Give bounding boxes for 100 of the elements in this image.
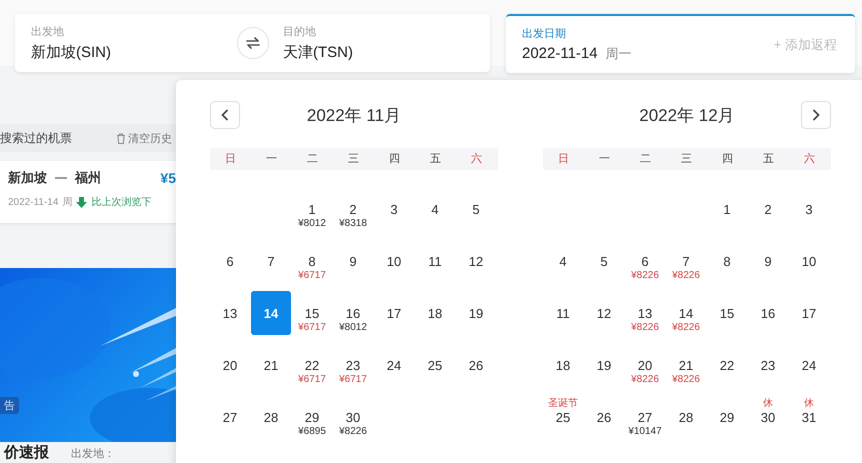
calendar-day[interactable]: 13 ¥8226 xyxy=(625,291,665,335)
price-label: ¥8226 xyxy=(672,374,700,386)
calendar-day[interactable]: 11 xyxy=(415,239,455,283)
price-label: ¥6717 xyxy=(298,374,326,386)
calendar-day[interactable]: 22 ¥6717 xyxy=(292,343,332,387)
next-month-button[interactable] xyxy=(800,101,831,129)
history-card[interactable]: 新加坡 福州 ¥5 2022-11-14 周 比上次浏览下 xyxy=(0,161,176,223)
weekday-text: 周 xyxy=(62,196,72,209)
calendar-day[interactable]: 24 xyxy=(374,343,414,387)
calendar-day[interactable]: 12 xyxy=(584,291,624,335)
calendar-day[interactable]: 12 xyxy=(456,239,496,283)
price-label: ¥8226 xyxy=(672,322,700,334)
calendar-day[interactable]: 休 31 xyxy=(789,395,829,439)
calendar-day[interactable]: 28 xyxy=(251,395,291,439)
calendar-day[interactable]: 休 30 xyxy=(748,395,788,439)
calendar-day[interactable]: 6 ¥8226 xyxy=(625,239,665,283)
date-text: 2022-11-14 xyxy=(8,196,58,208)
route-line-icon xyxy=(55,176,67,180)
calendar-day[interactable]: 27 xyxy=(210,395,250,439)
chevron-left-icon xyxy=(221,109,229,121)
calendar-day[interactable]: 19 xyxy=(584,343,624,387)
calendar-day[interactable]: 27 ¥10147 xyxy=(625,395,665,439)
swap-button[interactable] xyxy=(237,27,269,59)
calendar-day[interactable]: 7 xyxy=(251,239,291,283)
calendar-day[interactable]: 26 xyxy=(456,343,496,387)
calendar-day[interactable]: 28 xyxy=(666,395,706,439)
price-label: ¥8226 xyxy=(631,374,659,386)
weekday-text: 周一 xyxy=(606,45,632,63)
calendar-day[interactable]: 20 ¥8226 xyxy=(625,343,665,387)
calendar-day[interactable]: 3 xyxy=(789,187,829,231)
calendar-day[interactable]: 9 xyxy=(333,239,373,283)
calendar-day[interactable]: 24 xyxy=(789,343,829,387)
calendar-day[interactable]: 2 ¥8318 xyxy=(333,187,373,231)
calendar-day[interactable]: 14 xyxy=(251,291,291,335)
calendar-day[interactable]: 17 xyxy=(374,291,414,335)
calendar-day[interactable]: 29 xyxy=(707,395,747,439)
chevron-right-icon xyxy=(812,109,820,121)
calendar-day[interactable]: 17 xyxy=(789,291,829,335)
calendar-day[interactable]: 14 ¥8226 xyxy=(666,291,706,335)
weekday-label: 六 xyxy=(470,152,483,167)
calendar-day[interactable]: 13 xyxy=(210,291,250,335)
calendar-day[interactable]: 19 xyxy=(456,291,496,335)
calendar-day[interactable]: 23 ¥6717 xyxy=(333,343,373,387)
calendar-day[interactable]: 8 ¥6717 xyxy=(292,239,332,283)
calendar-day[interactable]: 2 xyxy=(748,187,788,231)
weekday-label: 日 xyxy=(557,152,570,167)
calendar-day[interactable]: 29 ¥6895 xyxy=(292,395,332,439)
price-label: ¥6717 xyxy=(298,322,326,334)
clear-history-button[interactable]: 清空历史 xyxy=(116,130,172,146)
month-title: 2022年 12月 xyxy=(639,104,735,126)
price-label: ¥8226 xyxy=(339,426,367,438)
previous-month-button[interactable] xyxy=(210,101,240,129)
weekday-label: 三 xyxy=(680,152,693,167)
calendar-day[interactable]: 10 xyxy=(374,239,414,283)
history-title: 搜索过的机票 xyxy=(0,130,72,146)
calendar-day[interactable]: 10 xyxy=(789,239,829,283)
field-label: 出发日期 xyxy=(522,27,567,41)
calendar-day[interactable]: 1 xyxy=(707,187,747,231)
calendar-day[interactable]: 18 xyxy=(415,291,455,335)
calendar-day[interactable]: 8 xyxy=(707,239,747,283)
calendar-day[interactable]: 30 ¥8226 xyxy=(333,395,373,439)
calendar-day[interactable]: 15 xyxy=(707,291,747,335)
departure-field[interactable]: 新加坡(SIN) xyxy=(31,43,237,62)
price-label: ¥6717 xyxy=(339,374,367,386)
calendar-day[interactable]: 22 xyxy=(707,343,747,387)
calendar-day[interactable]: 9 xyxy=(748,239,788,283)
calendar-day[interactable]: 11 xyxy=(543,291,583,335)
date-card[interactable]: 出发日期 2022-11-14 周一 + 添加返程 xyxy=(506,14,855,73)
trash-icon xyxy=(116,132,126,144)
calendar-day[interactable]: 16 ¥8012 xyxy=(333,291,373,335)
weekday-label: 三 xyxy=(347,152,360,167)
holiday-label: 休 xyxy=(763,398,773,410)
price-label: ¥8012 xyxy=(339,322,367,334)
calendar-day[interactable]: 21 xyxy=(251,343,291,387)
price-label: ¥6895 xyxy=(298,426,326,438)
destination-field[interactable]: 天津(TSN) xyxy=(283,43,353,62)
calendar-day[interactable]: 26 xyxy=(584,395,624,439)
calendar-day[interactable]: 15 ¥6717 xyxy=(292,291,332,335)
price-trend-text: 比上次浏览下 xyxy=(91,196,152,209)
calendar-day[interactable]: 20 xyxy=(210,343,250,387)
calendar-day[interactable]: 5 xyxy=(584,239,624,283)
calendar-day[interactable]: 25 xyxy=(415,343,455,387)
holiday-label: 圣诞节 xyxy=(548,398,578,410)
calendar-day[interactable]: 圣诞节 25 xyxy=(543,395,583,439)
month-title: 2022年 11月 xyxy=(306,104,402,126)
calendar-day[interactable]: 18 xyxy=(543,343,583,387)
date-value: 2022-11-14 xyxy=(522,45,598,62)
calendar-day[interactable]: 23 xyxy=(748,343,788,387)
calendar-day[interactable]: 7 ¥8226 xyxy=(666,239,706,283)
weekday-label: 六 xyxy=(803,152,816,167)
calendar-day[interactable]: 5 xyxy=(456,187,496,231)
weekday-label: 一 xyxy=(265,152,278,167)
calendar-day[interactable]: 6 xyxy=(210,239,250,283)
calendar-day[interactable]: 4 xyxy=(415,187,455,231)
field-label: 出发地 xyxy=(31,25,65,39)
calendar-day[interactable]: 3 xyxy=(374,187,414,231)
calendar-day[interactable]: 4 xyxy=(543,239,583,283)
calendar-day[interactable]: 21 ¥8226 xyxy=(666,343,706,387)
calendar-day[interactable]: 16 xyxy=(748,291,788,335)
calendar-day[interactable]: 1 ¥8012 xyxy=(292,187,332,231)
